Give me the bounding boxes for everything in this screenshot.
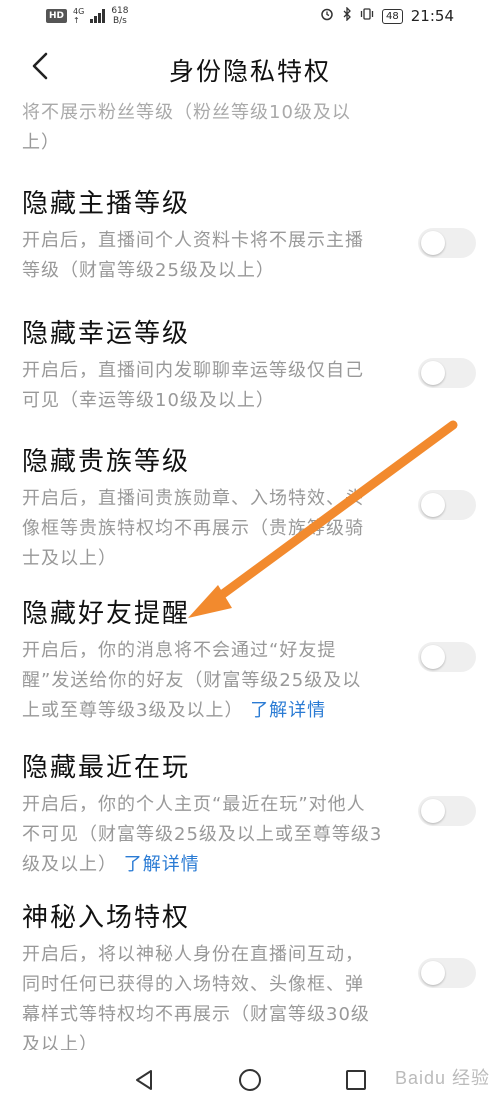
learn-more-link[interactable]: 了解详情 [124, 854, 200, 875]
desc-line: 像框等贵族特权均不再展示（贵族等级骑 [22, 518, 364, 539]
item-description: 开启后，将以神秘人身份在直播间互动， 同时任何已获得的入场特效、头像框、弹 幕样… [22, 940, 392, 1060]
status-left: HD 4G ↑ 618 B/s [46, 6, 129, 26]
hide-recently-played-toggle[interactable] [418, 796, 476, 826]
desc-line: 开启后，你的消息将不会通过“好友提 [22, 640, 337, 661]
square-recents-icon [346, 1070, 366, 1090]
item-title: 隐藏好友提醒 [22, 599, 191, 629]
bluetooth-icon [342, 6, 352, 25]
desc-line: 级及以上） 了解详情 [22, 850, 392, 880]
desc-text: 上或至尊等级3级及以上） [22, 700, 244, 721]
item-description: 开启后，直播间个人资料卡将不展示主播 等级（财富等级25级及以上） [22, 226, 392, 286]
item-description: 将不展示粉丝等级（粉丝等级10级及以 上） [22, 98, 392, 158]
network-speed: 618 B/s [111, 6, 128, 26]
status-right: 48 21:54 [320, 6, 454, 25]
item-title: 隐藏最近在玩 [22, 753, 191, 783]
toggle-knob [421, 799, 445, 823]
nav-recents-button[interactable] [344, 1068, 368, 1096]
desc-line: 上） [22, 132, 60, 153]
desc-line: 同时任何已获得的入场特效、头像框、弹 [22, 974, 364, 995]
desc-line: 醒”发送给你的好友（财富等级25级及以 [22, 670, 362, 691]
item-description: 开启后，你的消息将不会通过“好友提 醒”发送给你的好友（财富等级25级及以 上或… [22, 636, 392, 726]
toggle-knob [421, 645, 445, 669]
mystery-entrance-toggle[interactable] [418, 958, 476, 988]
watermark: Baidu 经验 [394, 1068, 490, 1088]
desc-line: 开启后，将以神秘人身份在直播间互动， [22, 944, 364, 965]
network-arrow: ↑ [73, 16, 80, 25]
speed-value: 618 [111, 6, 129, 16]
toggle-knob [421, 961, 445, 985]
header: 身份隐私特权 [0, 38, 500, 94]
hide-friend-reminder-toggle[interactable] [418, 642, 476, 672]
nav-back-button[interactable] [132, 1068, 156, 1096]
hide-luck-level-toggle[interactable] [418, 358, 476, 388]
desc-line: 开启后，你的个人主页“最近在玩”对他人 [22, 794, 366, 815]
system-nav-bar: Baidu 经验 [0, 1050, 500, 1111]
signal-icon [90, 9, 106, 23]
hide-host-level-toggle[interactable] [418, 228, 476, 258]
toggle-knob [421, 493, 445, 517]
vibrate-icon [360, 7, 374, 25]
desc-line: 开启后，直播间内发聊聊幸运等级仅自己 [22, 360, 364, 381]
circle-home-icon [239, 1069, 261, 1091]
battery-icon: 48 [382, 8, 403, 24]
network-type-label: 4G [73, 7, 85, 16]
learn-more-link[interactable]: 了解详情 [250, 700, 326, 721]
desc-line: 士及以上） [22, 548, 117, 569]
speed-unit: B/s [112, 16, 127, 26]
alarm-icon [320, 7, 334, 25]
item-description: 开启后，直播间贵族勋章、入场特效、头 像框等贵族特权均不再展示（贵族等级骑 士及… [22, 484, 392, 574]
item-description: 开启后，直播间内发聊聊幸运等级仅自己 可见（幸运等级10级及以上） [22, 356, 392, 416]
item-title: 隐藏幸运等级 [22, 319, 191, 349]
desc-line: 不可见（财富等级25级及以上或至尊等级3 [22, 824, 383, 845]
clock: 21:54 [410, 7, 454, 25]
desc-line: 可见（幸运等级10级及以上） [22, 390, 275, 411]
nav-home-button[interactable] [238, 1068, 262, 1096]
item-title: 神秘入场特权 [22, 903, 191, 933]
desc-line: 等级（财富等级25级及以上） [22, 260, 275, 281]
desc-line: 上或至尊等级3级及以上） 了解详情 [22, 696, 392, 726]
toggle-knob [421, 361, 445, 385]
item-title: 隐藏主播等级 [22, 189, 191, 219]
desc-line: 开启后，直播间个人资料卡将不展示主播 [22, 230, 364, 251]
hide-noble-level-toggle[interactable] [418, 490, 476, 520]
status-bar: HD 4G ↑ 618 B/s 48 21:54 [0, 0, 500, 34]
desc-text: 级及以上） [22, 854, 117, 875]
desc-line: 将不展示粉丝等级（粉丝等级10级及以 [22, 102, 351, 123]
toggle-knob [421, 231, 445, 255]
desc-line: 幕样式等特权均不再展示（财富等级30级 [22, 1004, 370, 1025]
network-type: 4G ↑ [73, 7, 84, 25]
hd-badge: HD [46, 9, 68, 23]
item-description: 开启后，你的个人主页“最近在玩”对他人 不可见（财富等级25级及以上或至尊等级3… [22, 790, 392, 880]
page-title: 身份隐私特权 [168, 57, 331, 86]
triangle-back-icon [136, 1070, 152, 1090]
item-title: 隐藏贵族等级 [22, 447, 191, 477]
desc-line: 开启后，直播间贵族勋章、入场特效、头 [22, 488, 364, 509]
